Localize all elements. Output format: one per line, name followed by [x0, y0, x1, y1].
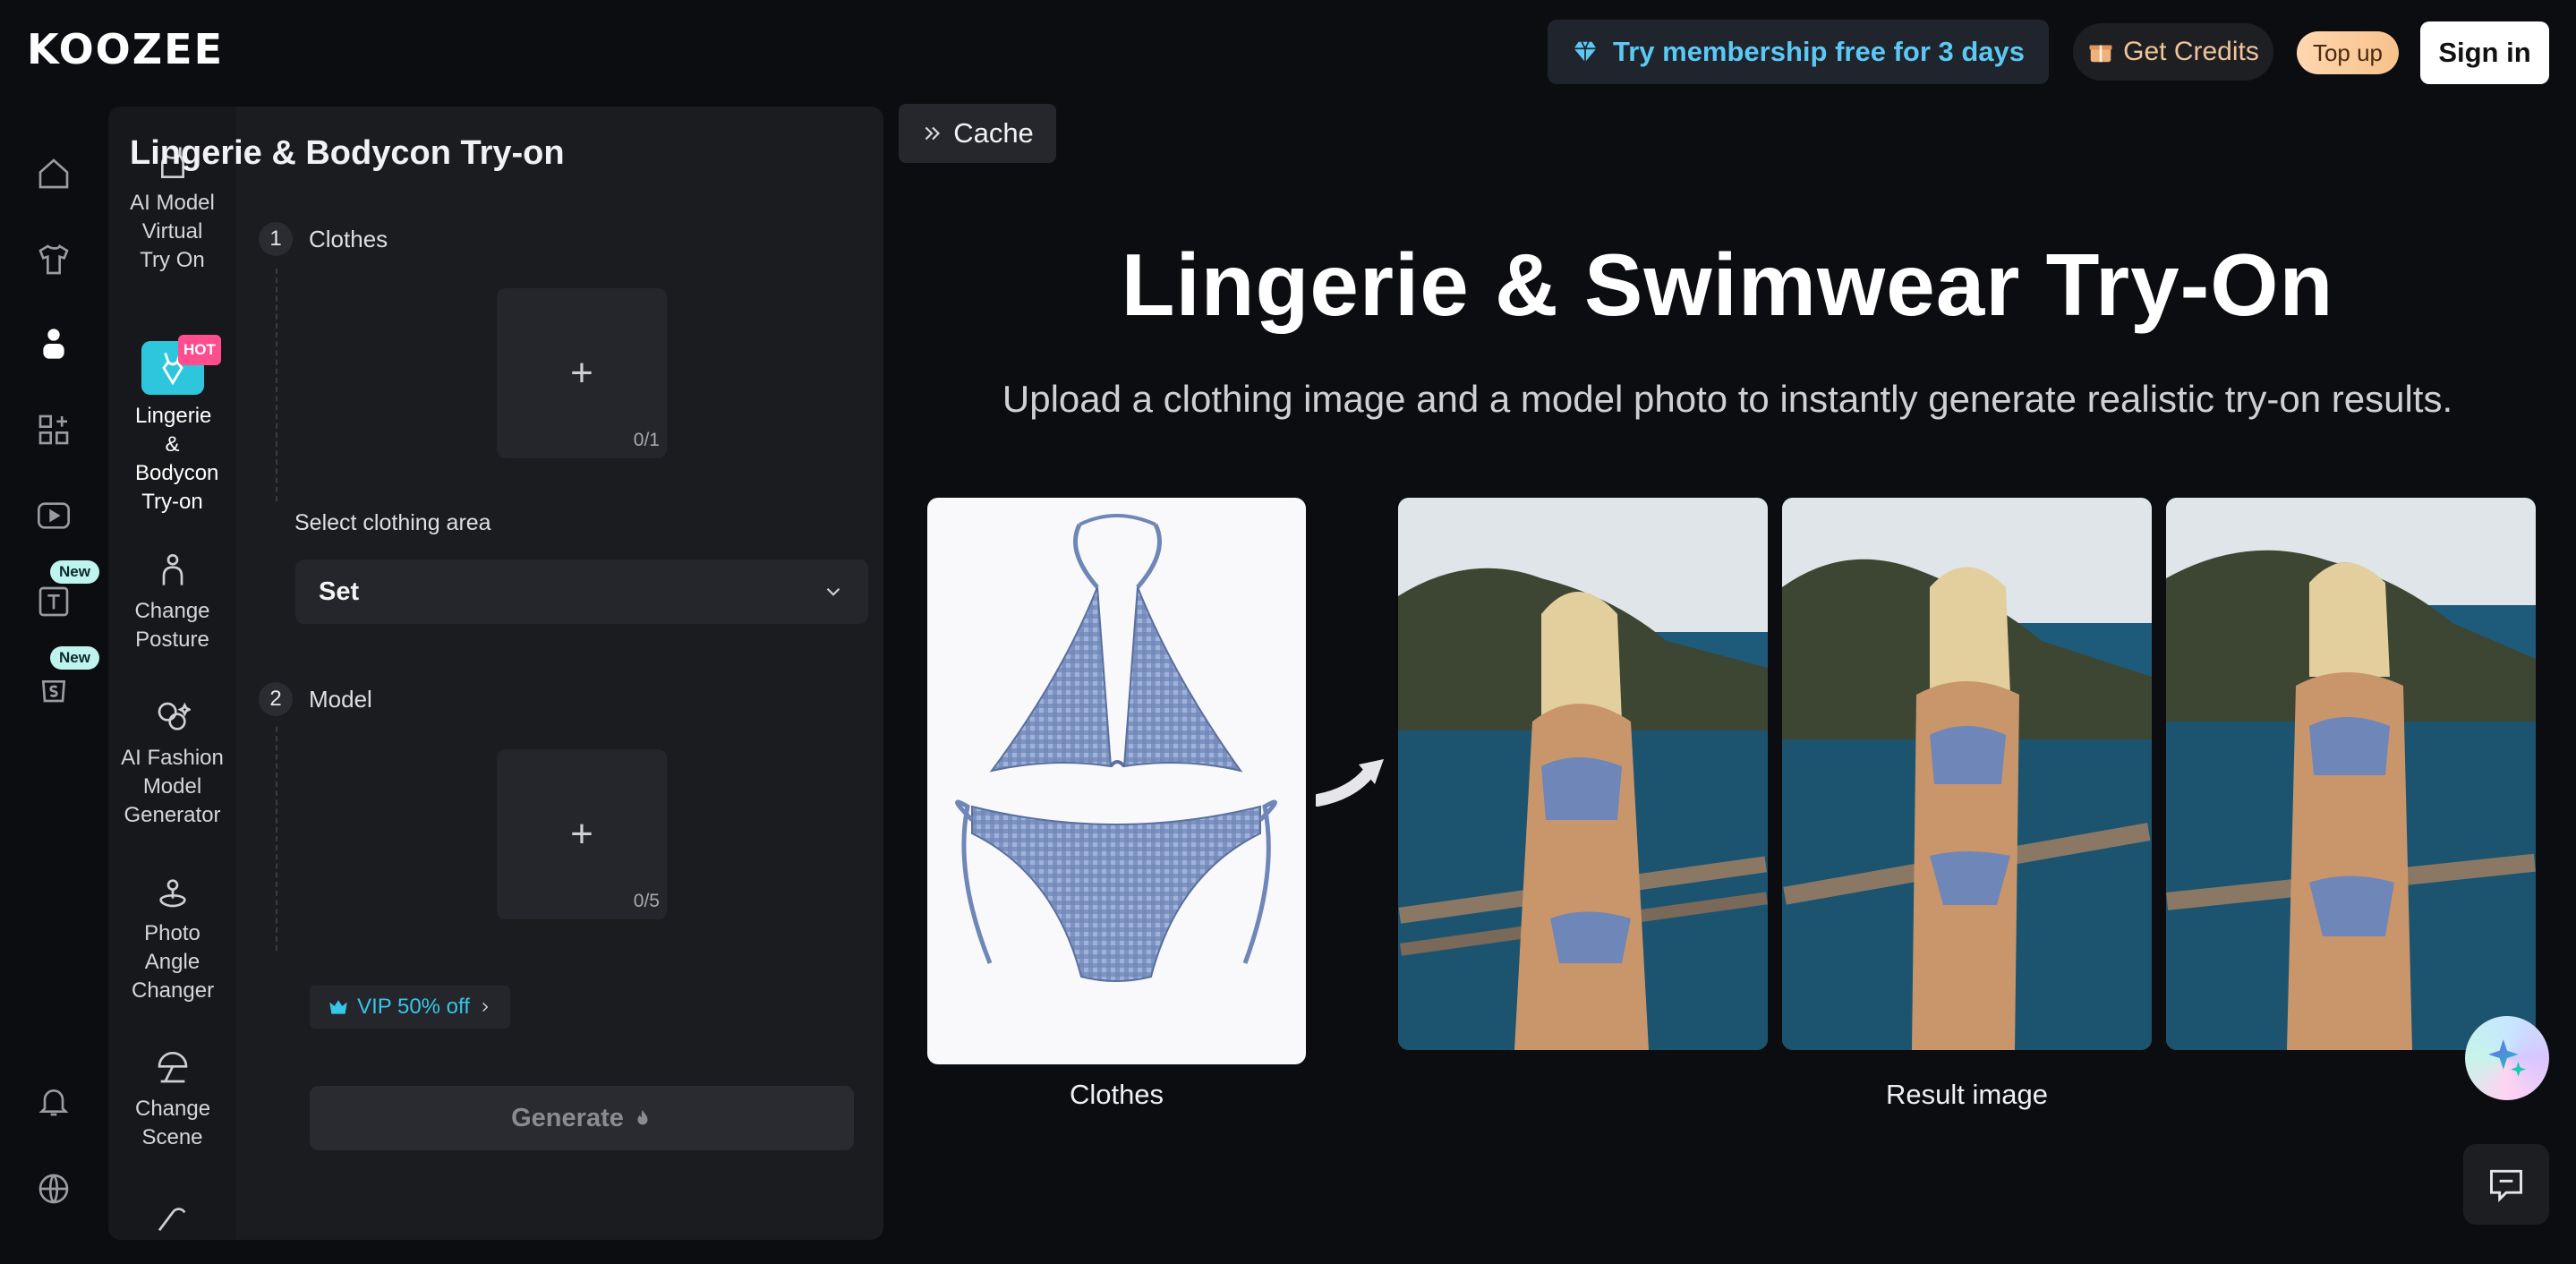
generate-button[interactable]: Generate: [310, 1086, 854, 1150]
step-divider: [276, 727, 277, 951]
apps-icon[interactable]: [34, 410, 73, 449]
result-image-2: [1782, 498, 2152, 1050]
tool-change-posture[interactable]: Change Posture: [108, 551, 236, 654]
clothes-caption: Clothes: [1069, 1079, 1164, 1110]
umbrella-icon: [153, 1048, 192, 1088]
double-chevron-right-icon: [925, 126, 941, 141]
generate-label: Generate: [511, 1103, 624, 1132]
koozee-logo[interactable]: KOOZEE: [27, 25, 224, 73]
angle-icon: [153, 873, 192, 912]
tool-lingerie-bodycon-try-on[interactable]: HOT Lingerie & Bodycon Try-on: [108, 335, 236, 517]
sign-in-button[interactable]: Sign in: [2420, 21, 2549, 84]
form-title: Lingerie & Bodycon Try-on: [130, 134, 565, 172]
ai-assistant-button[interactable]: [2465, 1016, 2549, 1100]
model-count: 0/5: [633, 891, 660, 911]
membership-label: Try membership free for 3 days: [1612, 36, 2026, 67]
flame-icon: [637, 1109, 648, 1125]
tool-label: Photo Angle Changer: [132, 921, 215, 1003]
plus-icon: +: [570, 812, 593, 856]
tool-change-scene[interactable]: Change Scene: [108, 1048, 236, 1152]
tool-label: Lingerie & Bodycon Try-on: [135, 404, 219, 514]
hero-subtitle: Upload a clothing image and a model phot…: [1002, 378, 2453, 420]
tool-panel: AI Model Virtual Try On HOT Lingerie & B…: [108, 107, 883, 1240]
sparkle-icon: [2488, 1039, 2526, 1077]
step-divider: [276, 269, 277, 501]
credits-label: Get Credits: [2123, 37, 2259, 66]
clothes-example-image: [927, 498, 1306, 1064]
posture-icon: [153, 551, 192, 590]
new-badge: New: [50, 646, 99, 670]
chat-icon: [2490, 1169, 2522, 1203]
feedback-chat-button[interactable]: [2463, 1144, 2549, 1225]
tool-label: AI Fashion Model Generator: [121, 746, 224, 827]
tool-label: Change Scene: [135, 1097, 211, 1149]
clothes-upload-box[interactable]: + 0/1: [497, 288, 667, 458]
gift-icon: [2089, 45, 2112, 63]
home-icon[interactable]: [34, 154, 73, 193]
clothing-area-select[interactable]: Set: [295, 559, 868, 624]
arrow-right-icon: [1316, 759, 1384, 807]
crown-icon: [329, 1000, 347, 1014]
plus-icon: +: [570, 351, 593, 395]
get-credits-button[interactable]: Get Credits: [2073, 23, 2273, 81]
model-upload-box[interactable]: + 0/5: [497, 749, 667, 919]
tool-label: AI Model Virtual Try On: [130, 191, 215, 272]
bell-icon[interactable]: [34, 1081, 73, 1121]
vip-discount-link[interactable]: VIP 50% off: [310, 986, 510, 1029]
chevron-down-icon: [826, 587, 840, 596]
tool-label: Change Posture: [134, 599, 210, 652]
model-generator-icon: [153, 697, 192, 737]
result-caption: Result image: [1886, 1079, 2048, 1110]
step-number-2: 2: [259, 682, 293, 716]
clothing-area-label: Select clothing area: [294, 510, 491, 535]
result-image-1: [1398, 498, 1768, 1050]
tool-photo-angle-changer[interactable]: Photo Angle Changer: [108, 873, 236, 1005]
step-label-clothes: Clothes: [309, 226, 388, 252]
shop-bag-icon[interactable]: [34, 668, 73, 707]
person-icon[interactable]: [34, 324, 73, 363]
shirt-icon[interactable]: [34, 240, 73, 279]
step-number-1: 1: [259, 222, 293, 256]
tool-ai-fashion-model-generator[interactable]: AI Fashion Model Generator: [108, 697, 236, 830]
cache-button[interactable]: Cache: [899, 104, 1056, 163]
clothing-area-value: Set: [319, 576, 360, 606]
tool-list: AI Model Virtual Try On HOT Lingerie & B…: [108, 107, 236, 1240]
step-label-model: Model: [309, 686, 372, 713]
hot-badge: HOT: [178, 335, 221, 365]
globe-icon[interactable]: [34, 1169, 73, 1208]
heel-icon: [153, 1199, 192, 1238]
hero-title: Lingerie & Swimwear Try-On: [1121, 235, 2334, 334]
diamond-icon: [1574, 41, 1597, 63]
membership-trial-button[interactable]: Try membership free for 3 days: [1548, 20, 2049, 84]
text-icon[interactable]: [34, 582, 73, 621]
video-icon[interactable]: [34, 496, 73, 535]
cache-label: Cache: [953, 117, 1034, 149]
vip-label: VIP 50% off: [357, 995, 470, 1019]
top-up-button[interactable]: Top up: [2297, 31, 2399, 74]
tool-more-partial[interactable]: [108, 1199, 236, 1240]
result-image-3: [2166, 498, 2536, 1050]
chevron-right-icon: [482, 1002, 489, 1012]
new-badge: New: [50, 560, 99, 584]
clothes-count: 0/1: [633, 430, 660, 450]
